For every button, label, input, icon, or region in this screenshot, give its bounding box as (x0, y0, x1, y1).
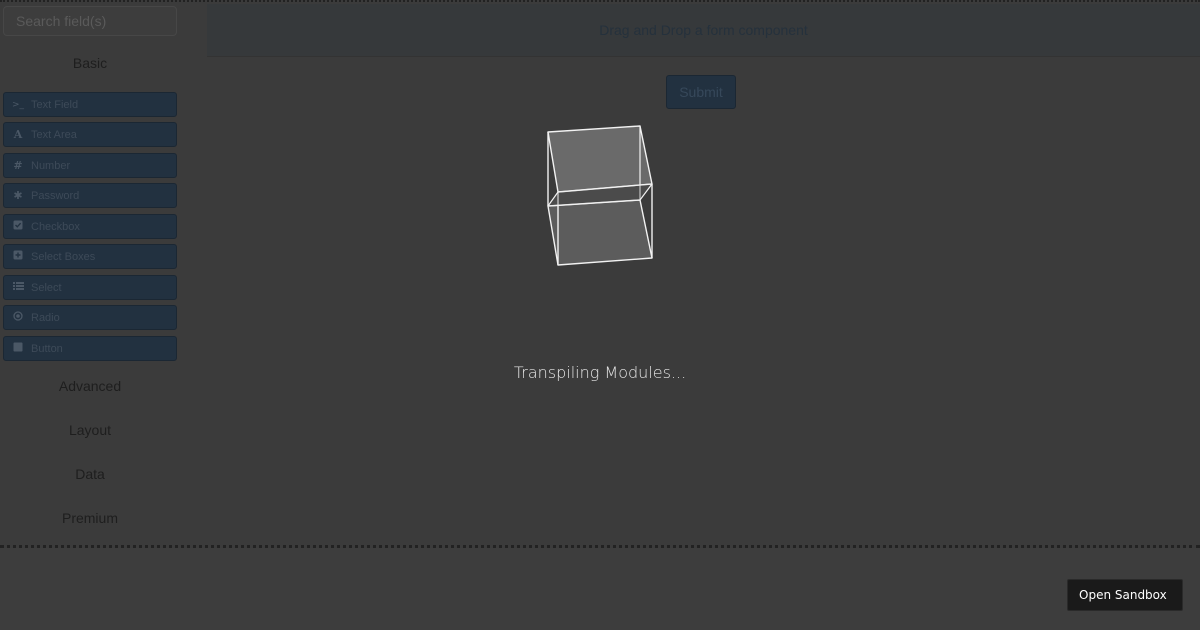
font-icon: A (13, 128, 23, 141)
search-fields-input[interactable] (3, 6, 177, 36)
component-label: Password (31, 189, 80, 202)
hashtag-icon: # (13, 159, 23, 172)
form-builder-app: Basic >_ Text Field A Text Area # Number… (0, 0, 1200, 548)
component-label: Checkbox (31, 220, 80, 233)
check-square-icon (12, 220, 24, 233)
component-select[interactable]: Select (3, 275, 177, 300)
list-icon (12, 281, 24, 294)
component-label: Radio (31, 311, 60, 324)
component-password[interactable]: ✱ Password (3, 183, 177, 208)
component-checkbox[interactable]: Checkbox (3, 214, 177, 239)
loading-status-text: Transpiling Modules... (513, 363, 687, 382)
component-select-boxes[interactable]: Select Boxes (3, 244, 177, 269)
plus-square-icon (12, 250, 24, 263)
submit-button[interactable]: Submit (666, 75, 736, 109)
component-label: Select (31, 281, 62, 294)
asterisk-icon: ✱ (13, 189, 23, 202)
open-sandbox-button[interactable]: Open Sandbox (1067, 579, 1183, 611)
group-advanced-title[interactable]: Advanced (0, 378, 180, 394)
component-label: Text Area (31, 128, 77, 141)
group-basic-title[interactable]: Basic (0, 55, 180, 71)
group-premium-title[interactable]: Premium (0, 510, 180, 526)
component-label: Button (31, 342, 63, 355)
loading-cube-icon (547, 125, 653, 266)
component-radio[interactable]: Radio (3, 305, 177, 330)
dropzone-text: Drag and Drop a form component (599, 22, 808, 38)
group-data-title[interactable]: Data (0, 466, 180, 482)
component-button[interactable]: Button (3, 336, 177, 361)
dot-circle-icon (12, 311, 24, 324)
component-number[interactable]: # Number (3, 153, 177, 178)
stop-icon (12, 342, 24, 355)
component-text-area[interactable]: A Text Area (3, 122, 177, 147)
component-text-field[interactable]: >_ Text Field (3, 92, 177, 117)
component-label: Text Field (31, 98, 79, 111)
component-label: Number (31, 159, 71, 172)
component-label: Select Boxes (31, 250, 96, 263)
form-dropzone[interactable]: Drag and Drop a form component (207, 4, 1200, 57)
terminal-icon: >_ (12, 99, 25, 110)
component-sidebar: Basic >_ Text Field A Text Area # Number… (0, 2, 182, 545)
group-layout-title[interactable]: Layout (0, 422, 180, 438)
